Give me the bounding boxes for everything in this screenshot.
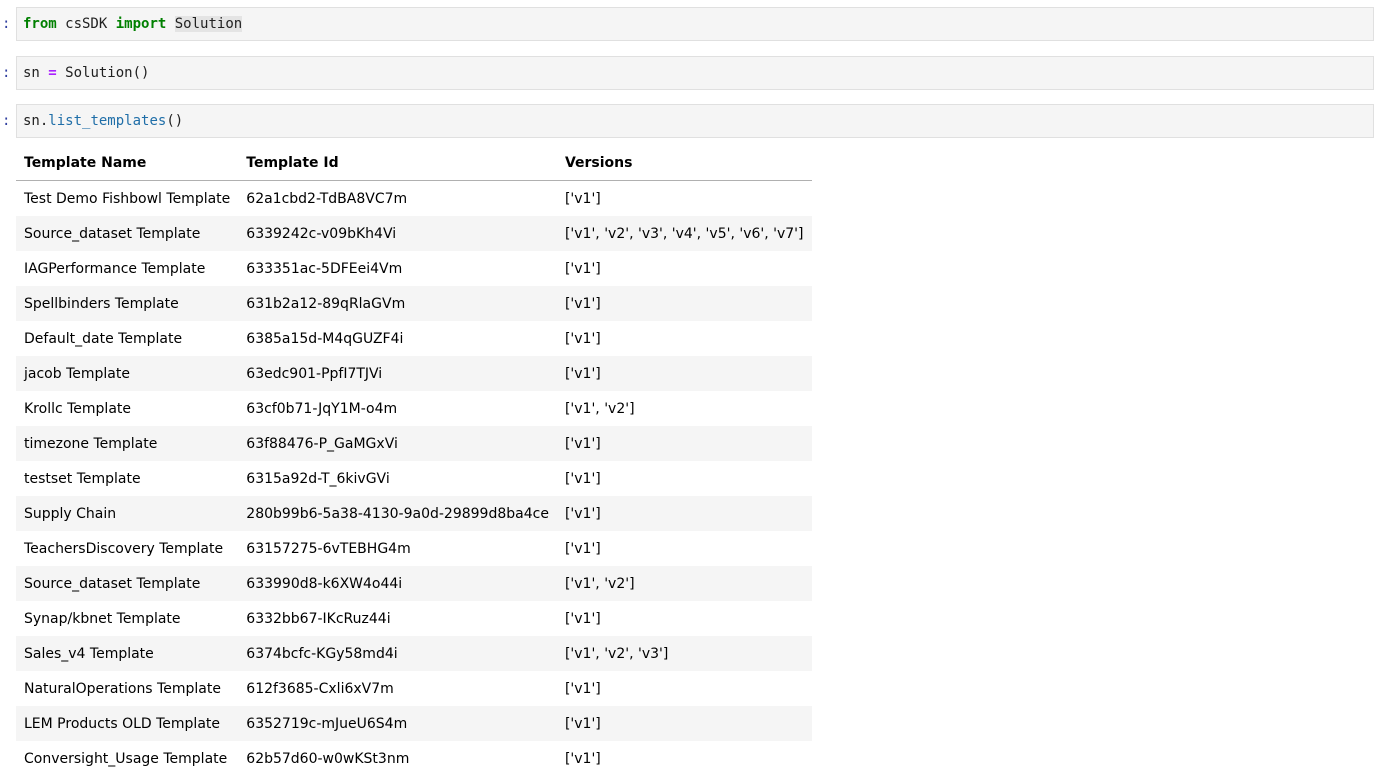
table-row: Source_dataset Template 633990d8-k6XW4o44… xyxy=(16,566,812,601)
cell-name: LEM Products OLD Template xyxy=(24,715,221,732)
cell-id: 62b57d60-w0wKSt3nm xyxy=(246,750,410,767)
cell-id: 6374bcfc-KGy58md4i xyxy=(246,645,398,662)
cell-versions: ['v1', 'v2', 'v3', 'v4', 'v5', 'v6', 'v7… xyxy=(564,225,804,242)
cell-versions: ['v1'] xyxy=(564,435,601,452)
cell-id: 6385a15d-M4qGUZF4i xyxy=(246,330,404,347)
cell-versions: ['v1'] xyxy=(564,295,601,312)
imported-name: Solution xyxy=(174,16,243,32)
table-row: IAGPerformance Template 633351ac-5DFEei4V… xyxy=(16,251,812,286)
cell-name: timezone Template xyxy=(24,435,158,452)
table-row: testset Template 6315a92d-T_6kivGVi ['v1'] xyxy=(16,461,812,496)
variable-name: sn xyxy=(23,65,49,81)
cell-id: 63edc901-PpfI7TJVi xyxy=(246,365,383,382)
cell-versions: ['v1'] xyxy=(564,260,601,277)
cell-prompt: : xyxy=(2,113,11,129)
code-editor[interactable]: sn.list_templates() xyxy=(16,104,1374,138)
cell-id: 633990d8-k6XW4o44i xyxy=(246,575,403,592)
cell-id: 63f88476-P_GaMGxVi xyxy=(246,435,398,452)
cell-name: Source_dataset Template xyxy=(24,575,201,592)
table-row: Supply Chain 280b99b6-5a38-4130-9a0d-2989… xyxy=(16,496,812,531)
cell-name: Synap/kbnet Template xyxy=(24,610,181,627)
table-row: NaturalOperations Template 612f3685-Cxli6… xyxy=(16,671,812,706)
table-header-row: Template Name Template Id Versions xyxy=(16,146,812,181)
cell-id: 631b2a12-89qRlaGVm xyxy=(246,295,406,312)
cell-name: NaturalOperations Template xyxy=(24,680,221,697)
table-row: Spellbinders Template 631b2a12-89qRlaGVm [… xyxy=(16,286,812,321)
table-row: Test Demo Fishbowl Template 62a1cbd2-TdBA… xyxy=(16,181,812,217)
cell-versions: ['v1'] xyxy=(564,470,601,487)
cell-versions: ['v1'] xyxy=(564,715,601,732)
cell-id: 63157275-6vTEBHG4m xyxy=(246,540,411,557)
cell-versions: ['v1', 'v2', 'v3'] xyxy=(564,645,669,662)
cell-name: Default_date Template xyxy=(24,330,183,347)
call-parens: () xyxy=(166,113,184,129)
keyword-import: import xyxy=(115,16,167,32)
operator: = xyxy=(48,65,57,81)
method-name: list_templates xyxy=(48,113,167,129)
output-dataframe: Template Name Template Id Versions Test … xyxy=(16,146,812,776)
cell-name: Conversight_Usage Template xyxy=(24,750,228,767)
object-ref: sn. xyxy=(23,113,49,129)
cell-versions: ['v1'] xyxy=(564,365,601,382)
cell-versions: ['v1'] xyxy=(564,190,601,207)
header-template-id: Template Id xyxy=(238,146,557,181)
table-row: LEM Products OLD Template 6352719c-mJueU6… xyxy=(16,706,812,741)
table-row: Default_date Template 6385a15d-M4qGUZF4i [… xyxy=(16,321,812,356)
cell-name: TeachersDiscovery Template xyxy=(24,540,224,557)
cell-versions: ['v1'] xyxy=(564,750,601,767)
cell-name: Spellbinders Template xyxy=(24,295,179,312)
constructor-call: Solution() xyxy=(56,65,150,81)
cell-versions: ['v1'] xyxy=(564,610,601,627)
table-row: Sales_v4 Template 6374bcfc-KGy58md4i ['v1'… xyxy=(16,636,812,671)
cell-versions: ['v1'] xyxy=(564,330,601,347)
cell-id: 612f3685-Cxli6xV7m xyxy=(246,680,394,697)
cell-id: 6315a92d-T_6kivGVi xyxy=(246,470,390,487)
cell-name: Supply Chain xyxy=(24,505,117,522)
module-name: csSDK xyxy=(56,16,116,32)
table-row: timezone Template 63f88476-P_GaMGxVi ['v1'… xyxy=(16,426,812,461)
cell-id: 633351ac-5DFEei4Vm xyxy=(246,260,403,277)
code-editor[interactable]: sn = Solution() xyxy=(16,56,1374,90)
cell-id: 280b99b6-5a38-4130-9a0d-29899d8ba4ce xyxy=(246,505,549,522)
cell-versions: ['v1'] xyxy=(564,540,601,557)
cell-id: 6352719c-mJueU6S4m xyxy=(246,715,408,732)
cell-name: Krollc Template xyxy=(24,400,132,417)
keyword-from: from xyxy=(23,16,57,32)
table-row: Conversight_Usage Template 62b57d60-w0wKS… xyxy=(16,741,812,776)
table-row: TeachersDiscovery Template 63157275-6vTEB… xyxy=(16,531,812,566)
cell-name: jacob Template xyxy=(24,365,130,382)
cell-id: 63cf0b71-JqY1M-o4m xyxy=(246,400,398,417)
cell-versions: ['v1', 'v2'] xyxy=(564,575,635,592)
cell-id: 6332bb67-IKcRuz44i xyxy=(246,610,391,627)
cell-prompt: : xyxy=(2,16,11,32)
cell-id: 62a1cbd2-TdBA8VC7m xyxy=(246,190,408,207)
cell-name: testset Template xyxy=(24,470,141,487)
cell-name: Source_dataset Template xyxy=(24,225,201,242)
header-versions: Versions xyxy=(556,146,812,181)
code-editor[interactable]: from csSDK import Solution xyxy=(16,7,1374,41)
table-row: Source_dataset Template 6339242c-v09bKh4V… xyxy=(16,216,812,251)
table-row: jacob Template 63edc901-PpfI7TJVi ['v1'] xyxy=(16,356,812,391)
cell-name: IAGPerformance Template xyxy=(24,260,206,277)
cell-versions: ['v1'] xyxy=(564,505,601,522)
cell-name: Sales_v4 Template xyxy=(24,645,154,662)
cell-id: 6339242c-v09bKh4Vi xyxy=(246,225,397,242)
table-row: Synap/kbnet Template 6332bb67-IKcRuz44i ['… xyxy=(16,601,812,636)
cell-versions: ['v1', 'v2'] xyxy=(564,400,635,417)
cell-versions: ['v1'] xyxy=(564,680,601,697)
cell-name: Test Demo Fishbowl Template xyxy=(24,190,231,207)
header-template-name: Template Name xyxy=(16,146,239,181)
table-row: Krollc Template 63cf0b71-JqY1M-o4m ['v1', … xyxy=(16,391,812,426)
cell-prompt: : xyxy=(2,65,11,81)
